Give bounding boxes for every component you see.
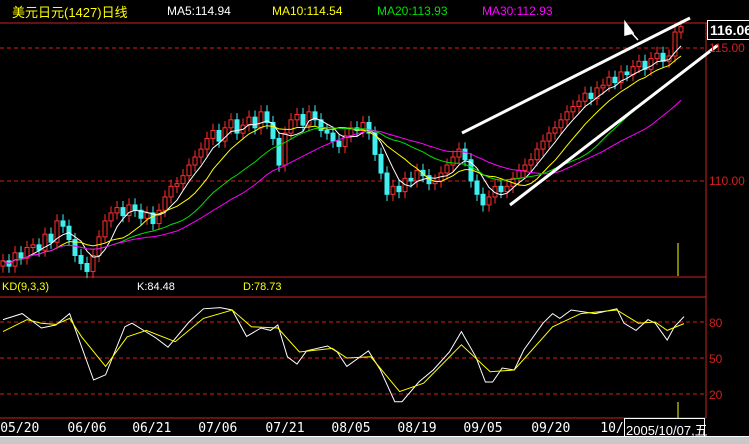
candle-down xyxy=(252,116,258,129)
kd-label: KD(9,3,3) xyxy=(2,281,50,293)
kd-label-80: 80 xyxy=(709,316,723,330)
candle-up xyxy=(174,183,180,187)
d-readout: D:78.73 xyxy=(243,281,282,293)
kd-label-50: 50 xyxy=(709,352,723,366)
candle-up xyxy=(654,52,660,60)
candle-down xyxy=(480,193,486,206)
candle-down xyxy=(276,137,282,166)
cursor-date-box: 2005/10/07,五 xyxy=(624,418,708,438)
date-tick-label: 07/21 xyxy=(265,421,305,436)
candle-up xyxy=(198,148,204,158)
date-tick-label: 09/20 xyxy=(531,421,571,436)
candle-down xyxy=(474,180,480,195)
candle-down xyxy=(120,207,126,217)
candle-up xyxy=(678,26,684,33)
candle-up xyxy=(156,209,162,225)
chart-window: 美元日元(1427)日线 MA5:114.94 MA10:114.54 MA20… xyxy=(0,0,749,444)
candle-up xyxy=(582,92,588,102)
candle-down xyxy=(78,254,84,264)
candle-down xyxy=(462,148,468,161)
candle-up xyxy=(534,148,540,161)
candle-down xyxy=(48,233,54,243)
candle-up xyxy=(168,185,174,198)
candle-down xyxy=(588,92,594,100)
candle-down xyxy=(330,132,336,142)
candle-up xyxy=(444,164,450,174)
current-price: 116.06 xyxy=(710,22,749,38)
candle-up xyxy=(606,76,612,86)
date-tick-label: 09/05 xyxy=(463,421,503,436)
candle-up xyxy=(636,60,642,68)
candle-down xyxy=(408,177,414,182)
candle-up xyxy=(564,111,570,121)
candle-up xyxy=(600,84,606,89)
candle-up xyxy=(486,196,492,206)
candle-up xyxy=(162,196,168,211)
price-chart[interactable] xyxy=(0,0,749,444)
price-label-110: 110.00 xyxy=(709,174,745,188)
candle-down xyxy=(396,185,402,193)
date-tick-label: 10/ xyxy=(600,421,624,436)
current-price-box: 116.06 xyxy=(707,20,749,40)
candle-up xyxy=(546,132,552,142)
candle-down xyxy=(300,114,306,126)
kd-label-20: 20 xyxy=(709,388,723,402)
date-tick-label: 08/05 xyxy=(331,421,371,436)
candle-up xyxy=(114,207,120,214)
candle-down xyxy=(84,262,90,272)
candle-up xyxy=(228,119,234,129)
candle-up xyxy=(528,159,534,166)
candle-up xyxy=(522,164,528,171)
candle-down xyxy=(378,153,384,174)
price-label-115: 115.00 xyxy=(709,41,745,55)
candle-up xyxy=(414,169,420,182)
candle-down xyxy=(216,129,222,142)
status-bar xyxy=(0,436,749,444)
candle-up xyxy=(576,100,582,108)
candle-down xyxy=(336,140,342,147)
candle-down xyxy=(60,220,66,227)
candle-down xyxy=(18,252,24,259)
candle-up xyxy=(570,106,576,113)
candle-down xyxy=(384,172,390,195)
date-tick-label: 06/06 xyxy=(67,421,107,436)
candle-down xyxy=(612,76,618,84)
k-readout: K:84.48 xyxy=(137,281,175,293)
candle-up xyxy=(144,212,150,219)
date-tick-label: 05/20 xyxy=(0,421,40,436)
candle-up xyxy=(516,169,522,179)
candle-up xyxy=(192,156,198,166)
candle-up xyxy=(258,111,264,129)
candle-up xyxy=(90,254,96,272)
candle-up xyxy=(210,129,216,139)
candle-up xyxy=(540,140,546,150)
candle-down xyxy=(624,71,630,76)
candle-up xyxy=(96,236,102,256)
candle-up xyxy=(108,212,114,222)
candle-up xyxy=(552,127,558,134)
date-tick-label: 06/21 xyxy=(132,421,172,436)
candle-up xyxy=(180,175,186,185)
date-tick-label: 07/06 xyxy=(198,421,238,436)
candle-up xyxy=(456,148,462,158)
candle-down xyxy=(132,204,138,211)
arrow-cursor-icon xyxy=(624,19,639,41)
candle-up xyxy=(30,244,36,248)
date-tick-label: 08/19 xyxy=(397,421,437,436)
candle-down xyxy=(324,129,330,134)
candle-up xyxy=(102,220,108,238)
candle-up xyxy=(648,58,654,70)
candle-up xyxy=(558,119,564,129)
candle-up xyxy=(390,185,396,195)
candle-up xyxy=(450,156,456,166)
candle-up xyxy=(246,116,252,126)
candle-up xyxy=(282,132,288,166)
upper-trendline xyxy=(461,16,691,135)
candle-up xyxy=(294,114,300,121)
candle-up xyxy=(204,137,210,150)
candle-up xyxy=(504,185,510,193)
candle-up xyxy=(288,119,294,134)
candle-down xyxy=(498,185,504,193)
candle-up xyxy=(186,164,192,177)
